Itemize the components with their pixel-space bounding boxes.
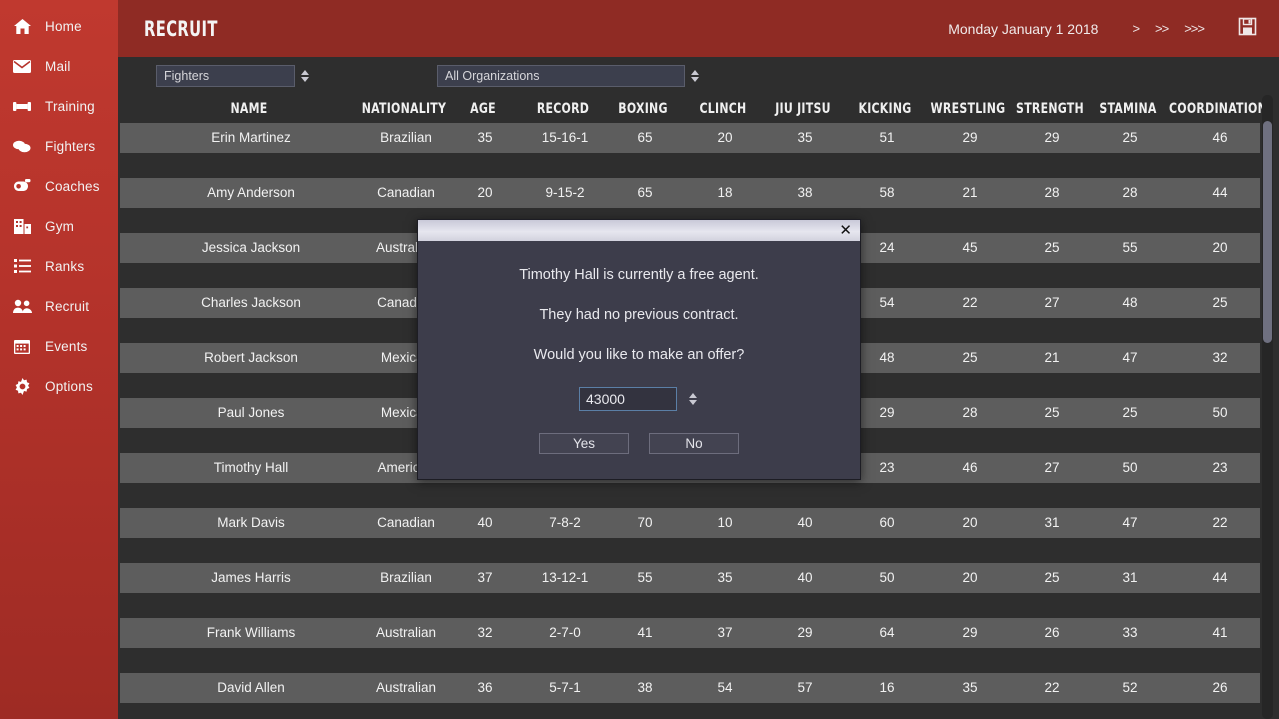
sidebar-item-label: Options: [45, 378, 93, 394]
sidebar-item-label: Training: [45, 98, 95, 114]
sidebar-item-mail[interactable]: Mail: [0, 46, 118, 86]
filter-bar: Fighters All Organizations: [118, 57, 1279, 95]
sidebar-item-label: Home: [45, 18, 82, 34]
sidebar-item-fighters[interactable]: Fighters: [0, 126, 118, 166]
cell-coordination: 20: [1212, 240, 1228, 255]
cell-coordination: 22: [1212, 515, 1228, 530]
no-button[interactable]: No: [649, 433, 739, 454]
cell-coordination: 50: [1212, 405, 1228, 420]
floppy-save-icon[interactable]: [1238, 17, 1257, 41]
table-row[interactable]: David Allen Australian 36 5-7-1 38 54 57 16 35 22…: [120, 673, 1260, 703]
scrollbar-thumb[interactable]: [1263, 121, 1272, 343]
sidebar: Home Mail Training Fighters Coaches Gym Ranks R…: [0, 0, 118, 719]
column-header-name[interactable]: NAME: [169, 95, 329, 123]
cell-coordination: 26: [1212, 680, 1228, 695]
fighter-type-stepper-icon[interactable]: [298, 65, 311, 87]
cell-coordination: 25: [1212, 295, 1228, 310]
organization-stepper-icon[interactable]: [688, 65, 701, 87]
sidebar-item-home[interactable]: Home: [0, 6, 118, 46]
table-row[interactable]: Frank Williams Australian 32 2-7-0 41 37 29 64 2…: [120, 618, 1260, 648]
column-header-jiu-jitsu[interactable]: JIU JITSU: [757, 95, 849, 123]
sidebar-item-label: Mail: [45, 58, 71, 74]
fighter-type-select[interactable]: Fighters: [156, 65, 311, 87]
dialog-message-line-2: They had no previous contract.: [539, 307, 739, 323]
dialog-buttons: Yes No: [418, 433, 860, 454]
whistle-icon: [10, 176, 34, 196]
advance-day-button[interactable]: >: [1124, 17, 1147, 40]
sidebar-item-events[interactable]: Events: [0, 326, 118, 366]
header-bar: RECRUIT Monday January 1 2018 > >> >>>: [118, 0, 1279, 57]
building-icon: [10, 216, 34, 236]
sidebar-item-label: Ranks: [45, 258, 85, 274]
calendar-icon: [10, 336, 34, 356]
cell-coordination: 44: [1212, 570, 1228, 585]
sidebar-item-label: Gym: [45, 218, 75, 234]
table-row[interactable]: Mark Davis Canadian 40 7-8-2 70 10 40 60 20 31 47 2…: [120, 508, 1260, 538]
header-controls: Monday January 1 2018 > >> >>>: [948, 17, 1257, 41]
sidebar-item-recruit[interactable]: Recruit: [0, 286, 118, 326]
cell-coordination: 41: [1212, 625, 1228, 640]
table-row[interactable]: James Harris Brazilian 37 13-12-1 55 35 40 50 20…: [120, 563, 1260, 593]
dumbbell-icon: [10, 96, 34, 116]
cell-coordination: 46: [1212, 130, 1228, 145]
fighter-type-select-value: Fighters: [156, 65, 295, 87]
sidebar-item-gym[interactable]: Gym: [0, 206, 118, 246]
dialog-titlebar: ✕: [418, 220, 860, 241]
home-icon: [10, 16, 34, 36]
advance-week-button[interactable]: >>: [1147, 17, 1176, 40]
organization-select-value: All Organizations: [437, 65, 685, 87]
offer-amount-field: [418, 387, 860, 411]
table-row[interactable]: Amy Anderson Canadian 20 9-15-2 65 18 38 58 21 28…: [120, 178, 1260, 208]
sidebar-item-training[interactable]: Training: [0, 86, 118, 126]
sidebar-item-label: Events: [45, 338, 88, 354]
close-icon[interactable]: ✕: [839, 223, 852, 238]
sidebar-item-ranks[interactable]: Ranks: [0, 246, 118, 286]
gear-icon: [10, 376, 34, 396]
gloves-icon: [10, 136, 34, 156]
offer-amount-stepper-icon[interactable]: [686, 388, 699, 410]
sidebar-item-label: Fighters: [45, 138, 96, 154]
sidebar-item-options[interactable]: Options: [0, 366, 118, 406]
game-date: Monday January 1 2018: [948, 20, 1099, 37]
vertical-scrollbar[interactable]: [1262, 95, 1273, 719]
cell-coordination: 44: [1212, 185, 1228, 200]
dialog-body: Timothy Hall is currently a free agent. …: [418, 241, 860, 480]
offer-dialog: ✕ Timothy Hall is currently a free agent…: [417, 219, 861, 480]
recruit-screen: Home Mail Training Fighters Coaches Gym Ranks R…: [0, 0, 1279, 719]
table-row[interactable]: Erin Martinez Brazilian 35 15-16-1 65 20 35 51 2…: [120, 123, 1260, 153]
page-title: RECRUIT: [144, 16, 218, 41]
sidebar-item-coaches[interactable]: Coaches: [0, 166, 118, 206]
dialog-message-line-3: Would you like to make an offer?: [533, 347, 745, 363]
people-icon: [10, 296, 34, 316]
column-header-coordination[interactable]: COORDINATION: [1151, 95, 1279, 123]
organization-select[interactable]: All Organizations: [437, 65, 701, 87]
offer-amount-input[interactable]: [579, 387, 677, 411]
cell-coordination: 32: [1212, 350, 1228, 365]
yes-button[interactable]: Yes: [539, 433, 629, 454]
sidebar-item-label: Recruit: [45, 298, 90, 314]
column-header-boxing[interactable]: BOXING: [597, 95, 689, 123]
sidebar-item-label: Coaches: [45, 178, 100, 194]
column-header-clinch[interactable]: CLINCH: [677, 95, 769, 123]
cell-coordination: 23: [1212, 460, 1228, 475]
table-header-row: NAME NATIONALITY AGE RECORD BOXING CLINCH JIU …: [118, 95, 1279, 123]
advance-month-button[interactable]: >>>: [1176, 17, 1212, 40]
list-icon: [10, 256, 34, 276]
mail-icon: [10, 56, 34, 76]
dialog-message-line-1: Timothy Hall is currently a free agent.: [519, 267, 759, 283]
